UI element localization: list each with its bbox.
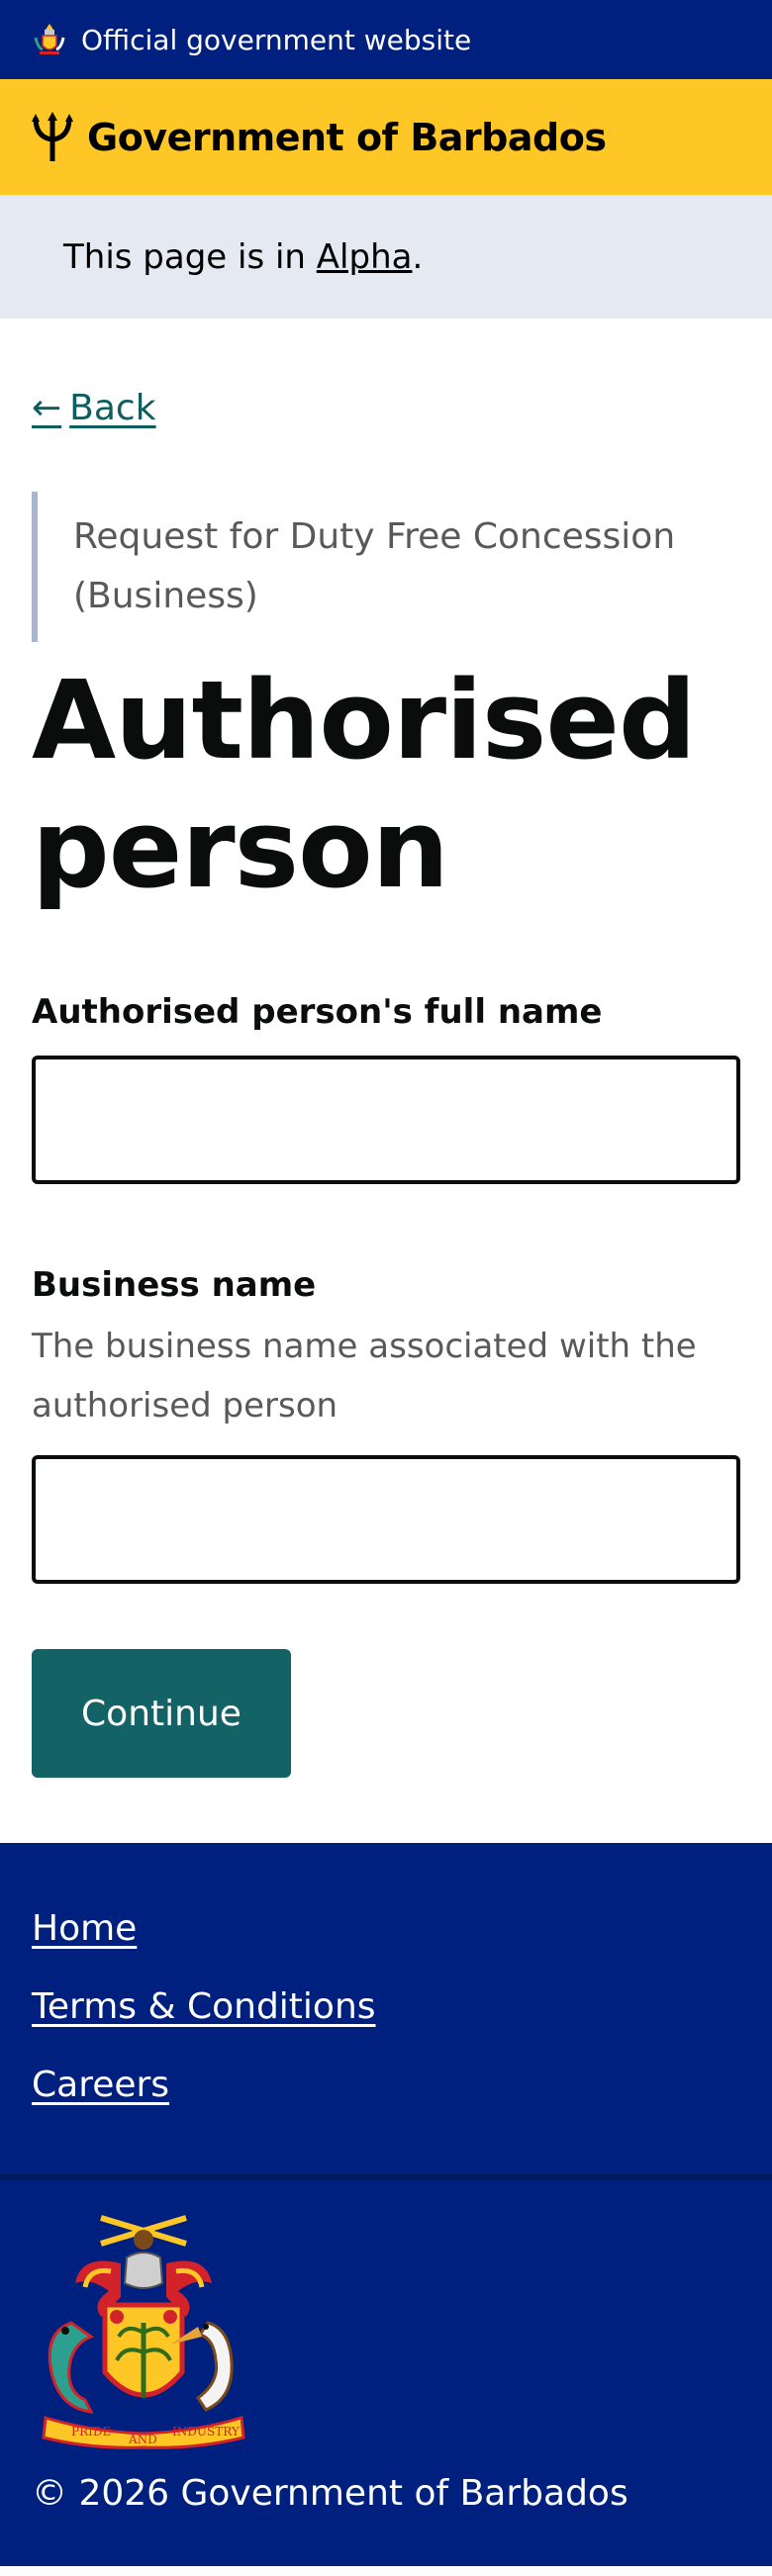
business-name-input[interactable] [32,1455,740,1584]
site-title[interactable]: Government of Barbados [87,116,607,159]
business-name-hint: The business name associated with the au… [32,1327,697,1426]
business-name-label: Business name [32,1265,317,1305]
business-name-field: Business name The business name associat… [32,1265,740,1584]
crest-motto-1: PRIDE [71,2425,111,2438]
continue-button[interactable]: Continue [32,1649,291,1778]
footer-link-home[interactable]: Home [32,1908,137,1949]
crest-motto-2: AND [128,2433,157,2446]
official-bar-text: Official government website [81,23,472,56]
coat-of-arms-icon: PRIDE AND INDUSTRY [42,2215,245,2449]
page-title: Authorised person [32,657,697,912]
form-caption: Request for Duty Free Concession (Busine… [32,492,724,642]
arrow-left-icon: ← [32,388,62,428]
phase-banner-suffix: . [412,236,424,277]
trident-icon [32,111,73,161]
full-name-input[interactable] [32,1056,740,1184]
phase-banner: This page is in Alpha. [0,195,772,319]
full-name-field: Authorised person's full name [32,992,740,1184]
copyright-text: © 2026 Government of Barbados [32,2473,628,2514]
footer-link-careers[interactable]: Careers [32,2065,169,2105]
footer-link-terms[interactable]: Terms & Conditions [32,1986,376,2027]
site-header: Government of Barbados [0,79,772,195]
back-link-label: Back [69,388,156,428]
back-link[interactable]: ← Back [32,388,156,428]
full-name-label: Authorised person's full name [32,992,603,1032]
site-footer: Home Terms & Conditions Careers PRIDE AN… [0,1843,772,2566]
footer-links: Home Terms & Conditions Careers [0,1843,772,2174]
coat-of-arms-icon [34,24,65,54]
footer-bottom: PRIDE AND INDUSTRY © 2026 Government of … [0,2180,772,2566]
phase-link[interactable]: Alpha [317,237,413,277]
main-content: ← Back Request for Duty Free Concession … [0,319,772,1778]
crest-motto-3: INDUSTRY [172,2425,241,2438]
official-government-bar: Official government website [0,0,772,79]
phase-banner-prefix: This page is in [63,236,317,277]
